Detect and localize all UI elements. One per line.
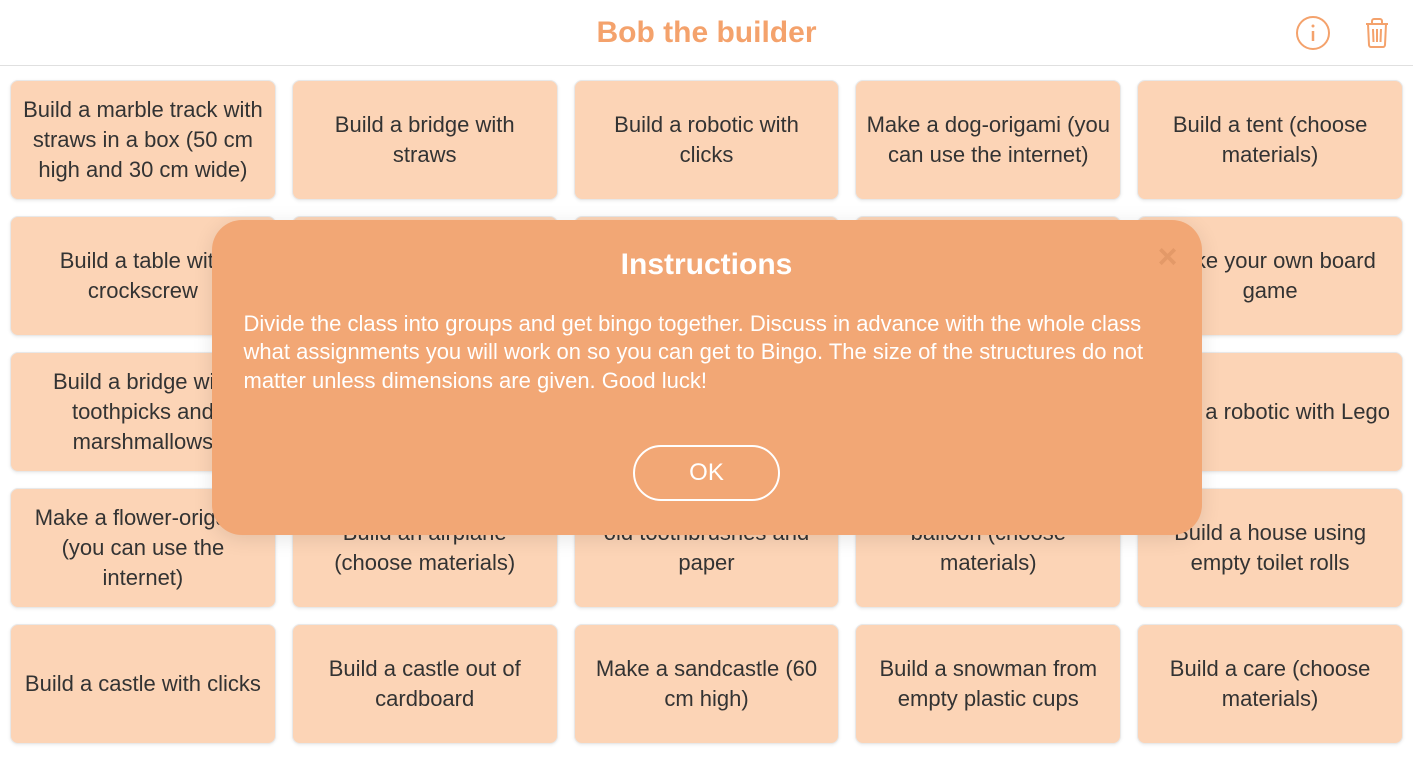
info-icon[interactable]	[1295, 15, 1331, 51]
bingo-card[interactable]: Make a dog-origami (you can use the inte…	[855, 80, 1121, 200]
bingo-card[interactable]: Build a snowman from empty plastic cups	[855, 624, 1121, 744]
header: Bob the builder	[0, 0, 1413, 66]
bingo-card[interactable]: Build a bridge with straws	[292, 80, 558, 200]
bingo-card[interactable]: Make a sandcastle (60 cm high)	[574, 624, 840, 744]
modal-title: Instructions	[244, 248, 1170, 282]
bingo-card[interactable]: Build a castle out of cardboard	[292, 624, 558, 744]
close-icon[interactable]: ×	[1158, 240, 1178, 274]
bingo-card[interactable]: Build a tent (choose materials)	[1137, 80, 1403, 200]
instructions-modal: × Instructions Divide the class into gro…	[212, 220, 1202, 534]
ok-button[interactable]: OK	[633, 445, 780, 501]
bingo-card[interactable]: Build a castle with clicks	[10, 624, 276, 744]
page-title: Bob the builder	[597, 16, 817, 50]
modal-body: Divide the class into groups and get bin…	[244, 310, 1170, 394]
bingo-card[interactable]: Build a marble track with straws in a bo…	[10, 80, 276, 200]
bingo-card[interactable]: Build a care (choose materials)	[1137, 624, 1403, 744]
header-icons	[1295, 15, 1395, 51]
trash-icon[interactable]	[1359, 15, 1395, 51]
bingo-card[interactable]: Build a robotic with clicks	[574, 80, 840, 200]
